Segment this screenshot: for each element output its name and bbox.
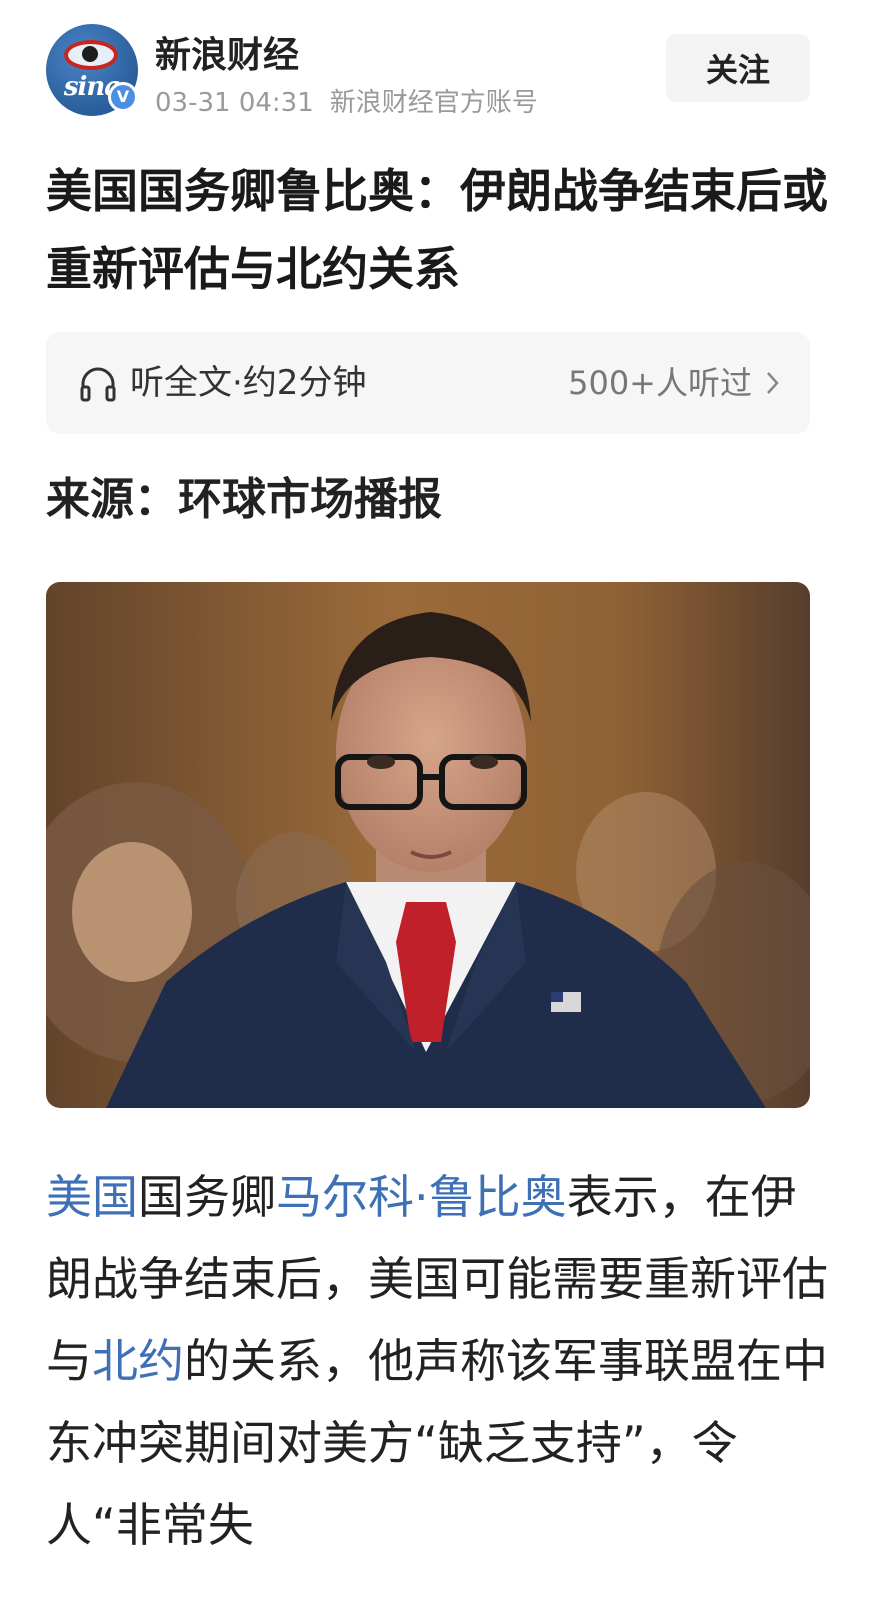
entity-link-nato[interactable]: 北约 [92, 1334, 184, 1388]
account-description: 新浪财经官方账号 [329, 88, 538, 118]
chevron-right-icon [767, 372, 779, 394]
verified-badge-icon: V [108, 82, 138, 112]
body-text-segment: 国务卿 [138, 1170, 276, 1224]
photo-illustration [46, 582, 810, 1108]
post-meta: 03-31 04:31 新浪财经官方账号 [155, 82, 538, 119]
listen-count: 500+人听过 [568, 364, 752, 402]
entity-link-usa[interactable]: 美国 [46, 1170, 138, 1224]
account-name[interactable]: 新浪财经 [155, 26, 299, 78]
article-source: 来源：环球市场播报 [46, 474, 442, 525]
listen-label: 听全文·约2分钟 [130, 363, 367, 403]
post-time: 03-31 04:31 [155, 88, 314, 118]
article-header: sina V 新浪财经 03-31 04:31 新浪财经官方账号 关注 [0, 0, 878, 130]
headphones-icon [80, 367, 116, 402]
follow-button[interactable]: 关注 [666, 34, 810, 102]
article-title: 美国国务卿鲁比奥：伊朗战争结束后或重新评估与北约关系 [46, 164, 828, 296]
article-body: 美国国务卿马尔科·鲁比奥表示，在伊朗战争结束后，美国可能需要重新评估与北约的关系… [46, 1156, 836, 1566]
entity-link-rubio[interactable]: 马尔科·鲁比奥 [276, 1170, 567, 1224]
article-photo[interactable] [46, 582, 810, 1108]
listen-full-text-bar[interactable]: 听全文·约2分钟 500+人听过 [46, 332, 810, 434]
